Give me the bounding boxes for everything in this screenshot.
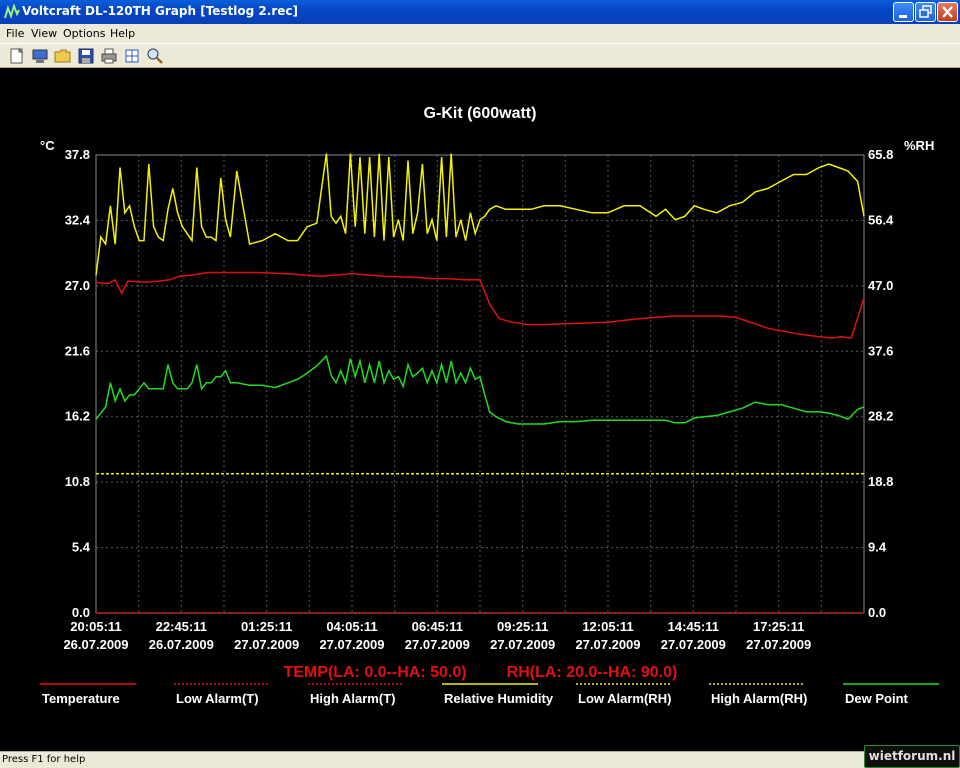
y-tick-left: 5.4	[72, 540, 91, 555]
monitor-icon[interactable]	[31, 47, 49, 65]
print-icon[interactable]	[100, 47, 118, 65]
y-tick-right: 56.4	[868, 212, 894, 227]
x-tick-time: 12:05:11	[582, 619, 633, 634]
minimize-button[interactable]	[893, 2, 914, 22]
minimize-icon	[899, 15, 907, 18]
legend-label: High Alarm(T)	[310, 691, 395, 706]
legend-label: Temperature	[42, 691, 120, 706]
x-tick-date: 27.07.2009	[575, 637, 640, 652]
x-tick-time: 17:25:11	[753, 619, 804, 634]
y-tick-right: 47.0	[868, 278, 893, 293]
y-axis-right-label: %RH	[904, 138, 934, 153]
close-icon	[942, 6, 953, 18]
x-tick-time: 22:45:11	[156, 619, 207, 634]
legend-label: Relative Humidity	[444, 691, 554, 706]
x-tick-time: 20:05:11	[70, 619, 121, 634]
y-tick-right: 9.4	[868, 540, 887, 555]
menu-help[interactable]: Help	[110, 27, 135, 40]
y-tick-left: 21.6	[65, 343, 90, 358]
open-folder-icon[interactable]	[54, 47, 72, 65]
new-icon[interactable]	[8, 47, 26, 65]
y-tick-left: 32.4	[65, 212, 91, 227]
x-tick-time: 04:05:11	[326, 619, 377, 634]
close-button[interactable]	[937, 2, 958, 22]
save-icon[interactable]	[77, 47, 95, 65]
legend-label: High Alarm(RH)	[711, 691, 807, 706]
chart-svg: G-Kit (600watt) °C %RH 37.8 65.8 32.4 56.4 27.0…	[40, 105, 939, 706]
y-tick-left: 27.0	[65, 278, 90, 293]
x-tick-time: 06:45:11	[412, 619, 463, 634]
y-tick-right: 18.8	[868, 474, 893, 489]
y-axis-left-label: °C	[40, 138, 55, 153]
y-tick-left: 0.0	[72, 605, 90, 620]
zoom-fit-icon[interactable]	[123, 47, 141, 65]
legend-label: Dew Point	[845, 691, 909, 706]
app-icon	[4, 4, 20, 20]
status-text: Press F1 for help	[2, 754, 86, 765]
x-tick-date: 27.07.2009	[746, 637, 811, 652]
x-tick-date: 27.07.2009	[490, 637, 555, 652]
x-tick-date: 26.07.2009	[149, 637, 214, 652]
x-tick-date: 27.07.2009	[319, 637, 384, 652]
alarm-text-rh: RH(LA: 20.0--HA: 90.0)	[507, 664, 678, 681]
watermark-logo: wietforum.nl	[864, 745, 960, 768]
x-tick-date: 27.07.2009	[661, 637, 726, 652]
y-tick-left: 37.8	[65, 147, 90, 162]
x-tick-time: 01:25:11	[241, 619, 292, 634]
plot-border	[95, 154, 865, 614]
menu-bar: File View Options Help	[0, 24, 960, 43]
y-tick-left: 10.8	[65, 474, 90, 489]
alarm-text-temp: TEMP(LA: 0.0--HA: 50.0)	[283, 664, 466, 681]
x-tick-date: 27.07.2009	[234, 637, 299, 652]
menu-file[interactable]: File	[6, 27, 24, 40]
chart-title: G-Kit (600watt)	[424, 105, 537, 122]
legend-label: Low Alarm(RH)	[578, 691, 671, 706]
y-tick-right: 28.2	[868, 409, 893, 424]
x-tick-date: 26.07.2009	[63, 637, 128, 652]
x-tick-time: 09:25:11	[497, 619, 548, 634]
restore-icon	[919, 5, 932, 18]
toolbar	[0, 43, 960, 68]
graph-panel: G-Kit (600watt) °C %RH 37.8 65.8 32.4 56.4 27.0…	[0, 68, 960, 751]
status-bar: Press F1 for help	[0, 751, 960, 768]
legend-label: Low Alarm(T)	[176, 691, 259, 706]
x-tick-date: 27.07.2009	[405, 637, 470, 652]
y-tick-left: 16.2	[65, 409, 90, 424]
window-title: Voltcraft DL-120TH Graph [Testlog 2.rec]	[22, 4, 298, 18]
maximize-button[interactable]	[915, 2, 936, 22]
y-tick-right: 37.6	[868, 343, 893, 358]
zoom-icon[interactable]	[146, 47, 164, 65]
y-tick-right: 65.8	[868, 147, 893, 162]
menu-options[interactable]: Options	[63, 27, 105, 40]
window-titlebar: Voltcraft DL-120TH Graph [Testlog 2.rec]	[0, 0, 960, 24]
y-tick-right: 0.0	[868, 605, 886, 620]
x-tick-time: 14:45:11	[668, 619, 719, 634]
menu-view[interactable]: View	[31, 27, 57, 40]
